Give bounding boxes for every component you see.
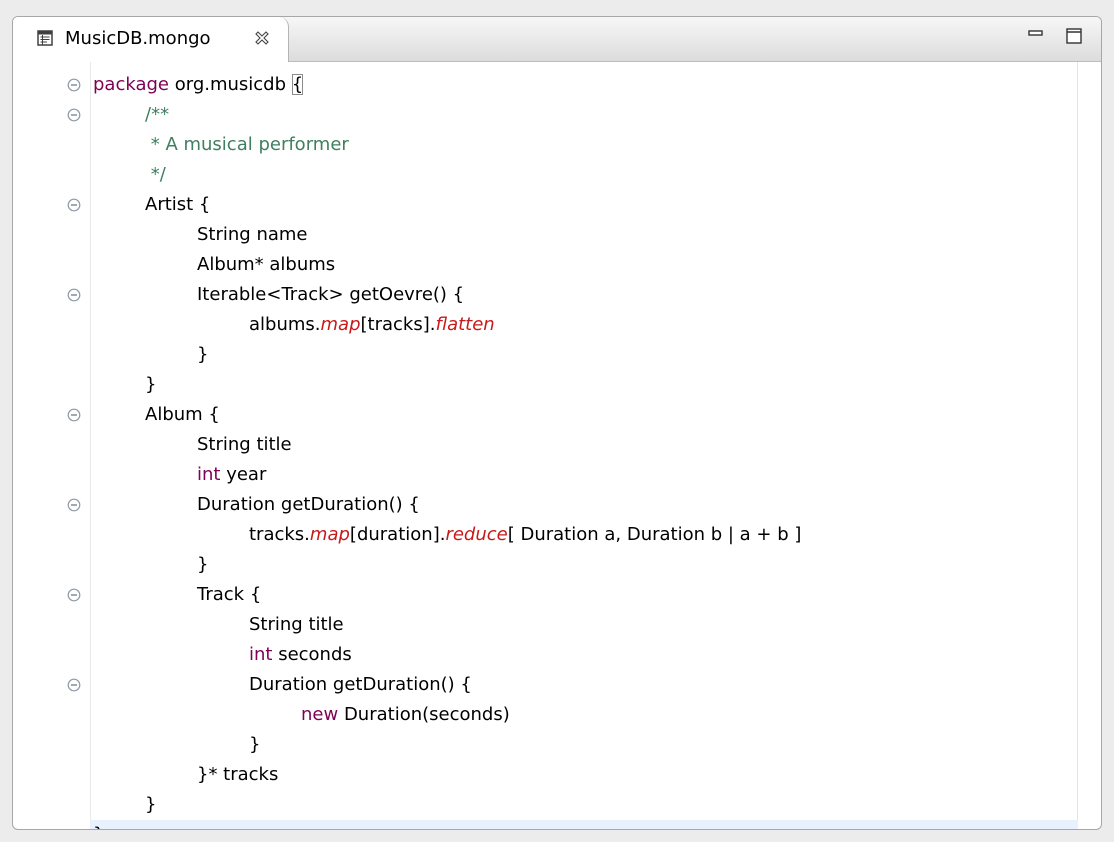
code-line[interactable]: */ xyxy=(145,160,166,190)
code-token: Track { xyxy=(197,584,262,605)
close-icon[interactable] xyxy=(253,29,271,47)
code-token: String title xyxy=(197,434,292,455)
code-line[interactable]: Album { xyxy=(145,400,220,430)
code-token: Album { xyxy=(145,404,220,425)
code-extension-call: reduce xyxy=(445,524,508,545)
collapse-icon[interactable] xyxy=(67,288,81,302)
code-token: org.musicdb xyxy=(169,74,292,95)
collapse-icon[interactable] xyxy=(67,198,81,212)
code-keyword: int xyxy=(197,464,221,485)
tab-title: MusicDB.mongo xyxy=(65,28,211,49)
code-extension-call: flatten xyxy=(435,314,495,335)
code-token: tracks. xyxy=(249,524,310,545)
editor-tab[interactable]: MusicDB.mongo xyxy=(13,17,289,62)
code-line[interactable]: int seconds xyxy=(249,640,352,670)
gutter-divider xyxy=(90,62,91,829)
code-line[interactable]: } xyxy=(93,820,104,829)
collapse-icon[interactable] xyxy=(67,588,81,602)
code-token: Duration getDuration() { xyxy=(197,494,420,515)
code-extension-call: map xyxy=(309,524,350,545)
minimize-icon[interactable] xyxy=(1027,27,1045,45)
code-token: }* tracks xyxy=(197,764,279,785)
code-line[interactable]: Track { xyxy=(197,580,261,610)
code-line[interactable]: Album* albums xyxy=(197,250,335,280)
code-token: [ Duration a, Duration b | a + b ] xyxy=(507,524,802,545)
code-token: Duration(seconds) xyxy=(338,704,510,725)
code-token: year xyxy=(220,464,267,485)
code-token: } xyxy=(93,824,104,829)
code-line[interactable]: } xyxy=(197,340,208,370)
code-line[interactable]: Iterable<Track> getOevre() { xyxy=(197,280,464,310)
matching-bracket: { xyxy=(291,74,304,95)
editor-window: MusicDB.mongo package org.musicdb { /** *… xyxy=(12,16,1102,830)
collapse-icon[interactable] xyxy=(67,108,81,122)
code-line[interactable]: }* tracks xyxy=(197,760,278,790)
code-token: Duration getDuration() { xyxy=(249,674,472,695)
code-line[interactable]: } xyxy=(145,370,156,400)
code-token: } xyxy=(197,344,209,365)
code-token: } xyxy=(145,374,157,395)
code-token: [tracks]. xyxy=(360,314,436,335)
code-token: albums. xyxy=(249,314,321,335)
editor-right-edge xyxy=(1077,62,1078,829)
code-keyword: new xyxy=(301,704,339,725)
code-token: seconds xyxy=(272,644,352,665)
collapse-icon[interactable] xyxy=(67,498,81,512)
code-line[interactable]: albums.map[tracks].flatten xyxy=(249,310,495,340)
code-token: String title xyxy=(249,614,344,635)
code-extension-call: map xyxy=(320,314,361,335)
code-line[interactable]: } xyxy=(249,730,260,760)
code-line[interactable]: Duration getDuration() { xyxy=(197,490,420,520)
code-line[interactable]: String title xyxy=(197,430,292,460)
code-comment: /** xyxy=(145,104,170,125)
current-line-highlight xyxy=(90,820,1078,829)
code-line[interactable]: } xyxy=(145,790,156,820)
code-comment: */ xyxy=(145,164,166,185)
code-token: } xyxy=(249,734,261,755)
code-line[interactable]: /** xyxy=(145,100,169,130)
code-comment: * A musical performer xyxy=(145,134,349,155)
code-token: [duration]. xyxy=(349,524,446,545)
code-keyword: package xyxy=(93,74,169,95)
collapse-icon[interactable] xyxy=(67,78,81,92)
code-line[interactable]: new Duration(seconds) xyxy=(301,700,510,730)
code-line[interactable]: String title xyxy=(249,610,344,640)
code-line[interactable]: Artist { xyxy=(145,190,210,220)
collapse-icon[interactable] xyxy=(67,678,81,692)
code-line[interactable]: package org.musicdb { xyxy=(93,70,304,100)
code-token: Album* albums xyxy=(197,254,336,275)
code-token: } xyxy=(145,794,157,815)
maximize-icon[interactable] xyxy=(1065,27,1083,45)
code-line[interactable]: tracks.map[duration].reduce[ Duration a,… xyxy=(249,520,801,550)
code-editor[interactable]: package org.musicdb { /** * A musical per… xyxy=(13,62,1101,829)
code-line[interactable]: } xyxy=(197,550,208,580)
code-token: Iterable<Track> getOevre() { xyxy=(197,284,465,305)
collapse-icon[interactable] xyxy=(67,408,81,422)
code-line[interactable]: String name xyxy=(197,220,308,250)
code-line[interactable]: int year xyxy=(197,460,266,490)
file-icon xyxy=(37,30,53,46)
code-token: String name xyxy=(197,224,308,245)
code-line[interactable]: Duration getDuration() { xyxy=(249,670,472,700)
code-token: Artist { xyxy=(145,194,211,215)
code-token: } xyxy=(197,554,209,575)
code-line[interactable]: * A musical performer xyxy=(145,130,349,160)
code-keyword: int xyxy=(249,644,273,665)
editor-tab-bar: MusicDB.mongo xyxy=(13,17,1101,62)
